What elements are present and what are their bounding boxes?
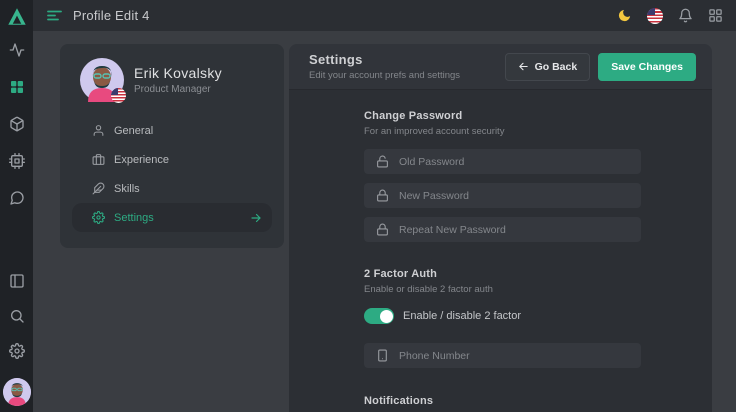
profile-role: Product Manager <box>134 84 222 95</box>
rail-bottom <box>3 273 31 406</box>
search-icon[interactable] <box>9 308 25 324</box>
nav-item-settings[interactable]: Settings <box>72 203 272 232</box>
nav-label: Skills <box>114 183 140 195</box>
repeat-password-field[interactable] <box>364 217 641 242</box>
user-icon <box>92 124 105 137</box>
repeat-password-input[interactable] <box>399 224 631 236</box>
profile-card: Erik Kovalsky Product Manager General Ex… <box>60 44 284 248</box>
new-password-field[interactable] <box>364 183 641 208</box>
go-back-label: Go Back <box>535 61 578 73</box>
new-password-input[interactable] <box>399 190 631 202</box>
page-title: Profile Edit 4 <box>73 8 150 23</box>
gear-icon[interactable] <box>9 343 25 359</box>
profile-header: Erik Kovalsky Product Manager <box>72 58 272 102</box>
old-password-input[interactable] <box>399 156 631 168</box>
profile-nav: General Experience Skills <box>72 116 272 232</box>
settings-header: Settings Edit your account prefs and set… <box>289 44 712 90</box>
box-icon[interactable] <box>9 116 25 132</box>
two-factor-toggle[interactable] <box>364 308 394 324</box>
lock-icon <box>376 223 389 236</box>
go-back-button[interactable]: Go Back <box>505 53 591 81</box>
profile-name: Erik Kovalsky <box>134 65 222 81</box>
topbar-actions <box>617 8 723 24</box>
save-changes-button[interactable]: Save Changes <box>598 53 696 81</box>
rail-nav <box>9 42 25 206</box>
moon-icon[interactable] <box>617 8 632 23</box>
bell-icon[interactable] <box>678 8 693 23</box>
settings-body: Change Password For an improved account … <box>289 90 712 412</box>
content: Erik Kovalsky Product Manager General Ex… <box>33 31 736 412</box>
us-flag-icon[interactable] <box>647 8 663 24</box>
nav-label: General <box>114 125 153 137</box>
settings-subtitle: Edit your account prefs and settings <box>309 70 460 81</box>
app-logo-icon <box>6 6 28 28</box>
main-area: Profile Edit 4 <box>33 0 736 412</box>
old-password-field[interactable] <box>364 149 641 174</box>
layout-sidebar-icon[interactable] <box>9 273 25 289</box>
nav-label: Settings <box>114 212 154 224</box>
section-subtitle: Enable or disable 2 factor auth <box>364 284 712 295</box>
section-title: Change Password <box>364 110 712 122</box>
briefcase-icon <box>92 153 105 166</box>
section-title: Notifications <box>364 395 712 407</box>
toggle-label: Enable / disable 2 factor <box>403 310 521 322</box>
settings-title: Settings <box>309 52 460 67</box>
section-title: 2 Factor Auth <box>364 268 712 280</box>
dashboard-grid-icon[interactable] <box>9 79 25 95</box>
arrow-left-icon <box>518 61 529 72</box>
section-change-password: Change Password For an improved account … <box>364 110 712 242</box>
gear-icon <box>92 211 105 224</box>
lock-icon <box>376 189 389 202</box>
left-rail <box>0 0 33 412</box>
topbar: Profile Edit 4 <box>33 0 736 31</box>
user-avatar[interactable] <box>3 378 31 406</box>
smartphone-icon <box>376 349 389 362</box>
nav-item-general[interactable]: General <box>72 116 272 145</box>
nav-item-skills[interactable]: Skills <box>72 174 272 203</box>
phone-number-field[interactable] <box>364 343 641 368</box>
nav-item-experience[interactable]: Experience <box>72 145 272 174</box>
arrow-right-icon <box>250 212 262 224</box>
avatar-flag-badge <box>111 88 126 103</box>
section-subtitle: For an improved account security <box>364 126 712 137</box>
settings-panel: Settings Edit your account prefs and set… <box>289 44 712 412</box>
phone-number-input[interactable] <box>399 350 631 362</box>
section-two-factor: 2 Factor Auth Enable or disable 2 factor… <box>364 268 712 368</box>
chat-bubble-icon[interactable] <box>9 190 25 206</box>
cpu-icon[interactable] <box>9 153 25 169</box>
section-notifications: Notifications Configure how you receive … <box>364 395 712 412</box>
apps-grid-icon[interactable] <box>708 8 723 23</box>
menu-icon[interactable] <box>47 9 62 22</box>
feather-icon <box>92 182 105 195</box>
nav-label: Experience <box>114 154 169 166</box>
unlock-icon <box>376 155 389 168</box>
activity-icon[interactable] <box>9 42 25 58</box>
